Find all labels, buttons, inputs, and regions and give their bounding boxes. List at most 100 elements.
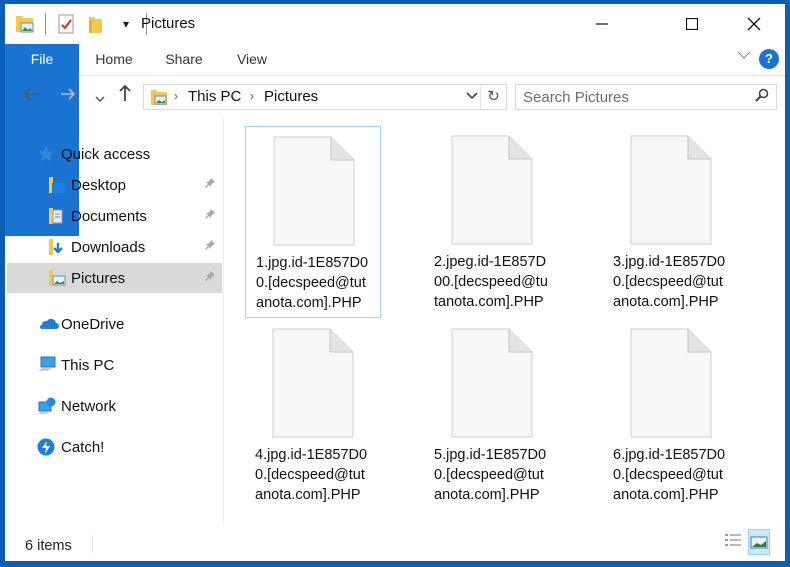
address-bar[interactable]: › This PC › Pictures ↻ [143,84,507,110]
sidebar-item-label: This PC [61,356,115,374]
sidebar-item-label: Pictures [71,269,126,287]
forward-button[interactable] [60,85,76,106]
onedrive-cloud-icon [37,315,59,333]
tab-share[interactable]: Share [155,44,213,76]
new-folder-icon[interactable] [86,13,106,35]
file-name: 5.jpg.id-1E857D0 0.[decspeed@tut anota.com… [434,447,547,503]
chevron-down-icon [95,96,105,103]
sidebar-item-pictures[interactable]: Pictures [7,263,222,293]
sidebar-item-quick-access[interactable]: Quick access [37,139,222,169]
status-divider [92,535,93,553]
blank-file-icon [272,328,354,438]
pin-icon[interactable] [204,270,216,285]
large-icons-view-icon [750,536,768,549]
file-item[interactable]: 3.jpg.id-1E857D0 0.[decspeed@tut anota.com… [603,126,739,318]
catch-lightning-icon [37,438,57,456]
details-view-button[interactable] [723,531,745,557]
pin-icon[interactable] [204,239,216,254]
file-explorer-window: ▾ Pictures File Home Share View ? › This… [5,4,785,561]
chevron-down-icon [466,92,478,100]
status-bar: 6 items [5,525,785,561]
recent-locations-button[interactable] [95,87,105,108]
refresh-button[interactable]: ↻ [480,85,506,109]
file-name: 2.jpeg.id-1E857D 00.[decspeed@tu tanota.co… [434,254,548,310]
folder-pictures-icon[interactable] [15,13,35,35]
details-view-icon [725,534,741,546]
arrow-left-icon [23,88,38,100]
file-item[interactable]: 4.jpg.id-1E857D0 0.[decspeed@tut anota.com… [245,319,381,511]
blank-file-icon [273,136,355,246]
blank-file-icon [451,328,533,438]
close-icon [747,17,761,31]
computer-icon [37,356,57,374]
star-icon [37,145,57,163]
file-item[interactable]: 6.jpg.id-1E857D0 0.[decspeed@tut anota.com… [603,319,739,511]
sidebar-item-this-pc[interactable]: This PC [37,350,222,380]
file-name: 4.jpg.id-1E857D0 0.[decspeed@tut anota.com… [255,447,368,503]
navigation-pane: Quick access Desktop Documents Downloads… [5,117,224,525]
file-item[interactable]: 1.jpg.id-1E857D0 0.[decspeed@tut anota.com… [245,126,381,318]
minimize-icon [596,23,608,25]
ribbon-tabs: File Home Share View ? [5,44,785,236]
blank-file-icon [630,135,712,245]
sidebar-item-label: Network [61,397,117,415]
sidebar-item-catch[interactable]: Catch! [37,432,222,462]
file-name: 6.jpg.id-1E857D0 0.[decspeed@tut anota.com… [613,447,726,503]
large-icons-view-button[interactable] [748,529,770,555]
arrow-up-icon [119,84,131,101]
up-button[interactable] [118,84,132,107]
file-name: 1.jpg.id-1E857D0 0.[decspeed@tut anota.com… [256,255,369,311]
tab-home[interactable]: Home [85,44,143,76]
pictures-folder-icon [150,88,168,111]
desktop-folder-icon [47,176,67,194]
sidebar-item-desktop[interactable]: Desktop [47,170,222,200]
breadcrumb-separator[interactable]: › [174,89,178,103]
item-count: 6 items [25,538,72,554]
file-name: 3.jpg.id-1E857D0 0.[decspeed@tut anota.com… [613,254,726,310]
title-bar: ▾ Pictures [5,4,785,44]
blank-file-icon [451,135,533,245]
chevron-down-icon [737,51,751,59]
blank-file-icon [630,328,712,438]
file-item[interactable]: 5.jpg.id-1E857D0 0.[decspeed@tut anota.com… [424,319,560,511]
search-input[interactable] [516,85,736,109]
help-button[interactable]: ? [759,49,779,69]
network-icon [37,397,57,415]
sidebar-item-label: Quick access [61,145,151,163]
customize-dropdown-icon[interactable]: ▾ [116,13,136,35]
file-list: 1.jpg.id-1E857D0 0.[decspeed@tut anota.com… [225,117,785,525]
quick-access-toolbar: ▾ [15,13,157,35]
sidebar-item-onedrive[interactable]: OneDrive [37,309,222,339]
tab-view[interactable]: View [223,44,281,76]
address-dropdown-button[interactable] [466,89,478,103]
sidebar-item-label: Downloads [71,238,146,256]
back-button[interactable] [23,85,39,106]
sidebar-item-documents[interactable]: Documents [47,201,222,231]
maximize-button[interactable] [669,4,715,44]
minimize-button[interactable] [579,4,625,44]
breadcrumb-separator[interactable]: › [250,89,254,103]
toolbar-divider [45,13,46,35]
pin-icon[interactable] [204,177,216,192]
search-icon[interactable] [755,88,769,106]
breadcrumb-pictures[interactable]: Pictures [264,88,318,105]
sidebar-item-downloads[interactable]: Downloads [47,232,222,262]
properties-icon[interactable] [56,13,76,35]
close-button[interactable] [731,4,777,44]
sidebar-item-label: Desktop [71,176,127,194]
breadcrumb-this-pc[interactable]: This PC [188,88,241,105]
navigation-bar: › This PC › Pictures ↻ [5,77,785,117]
sidebar-item-label: OneDrive [61,315,125,333]
arrow-right-icon [61,88,76,100]
downloads-folder-icon [47,238,67,256]
file-item[interactable]: 2.jpeg.id-1E857D 00.[decspeed@tu tanota.co… [424,126,560,318]
sidebar-item-network[interactable]: Network [37,391,222,421]
window-title: Pictures [141,15,196,32]
maximize-icon [686,18,698,30]
search-box[interactable] [515,84,777,110]
sidebar-item-label: Catch! [61,438,105,456]
pictures-folder-icon [47,269,67,287]
expand-ribbon-button[interactable] [737,48,751,63]
documents-folder-icon [47,207,67,225]
pin-icon[interactable] [204,208,216,223]
